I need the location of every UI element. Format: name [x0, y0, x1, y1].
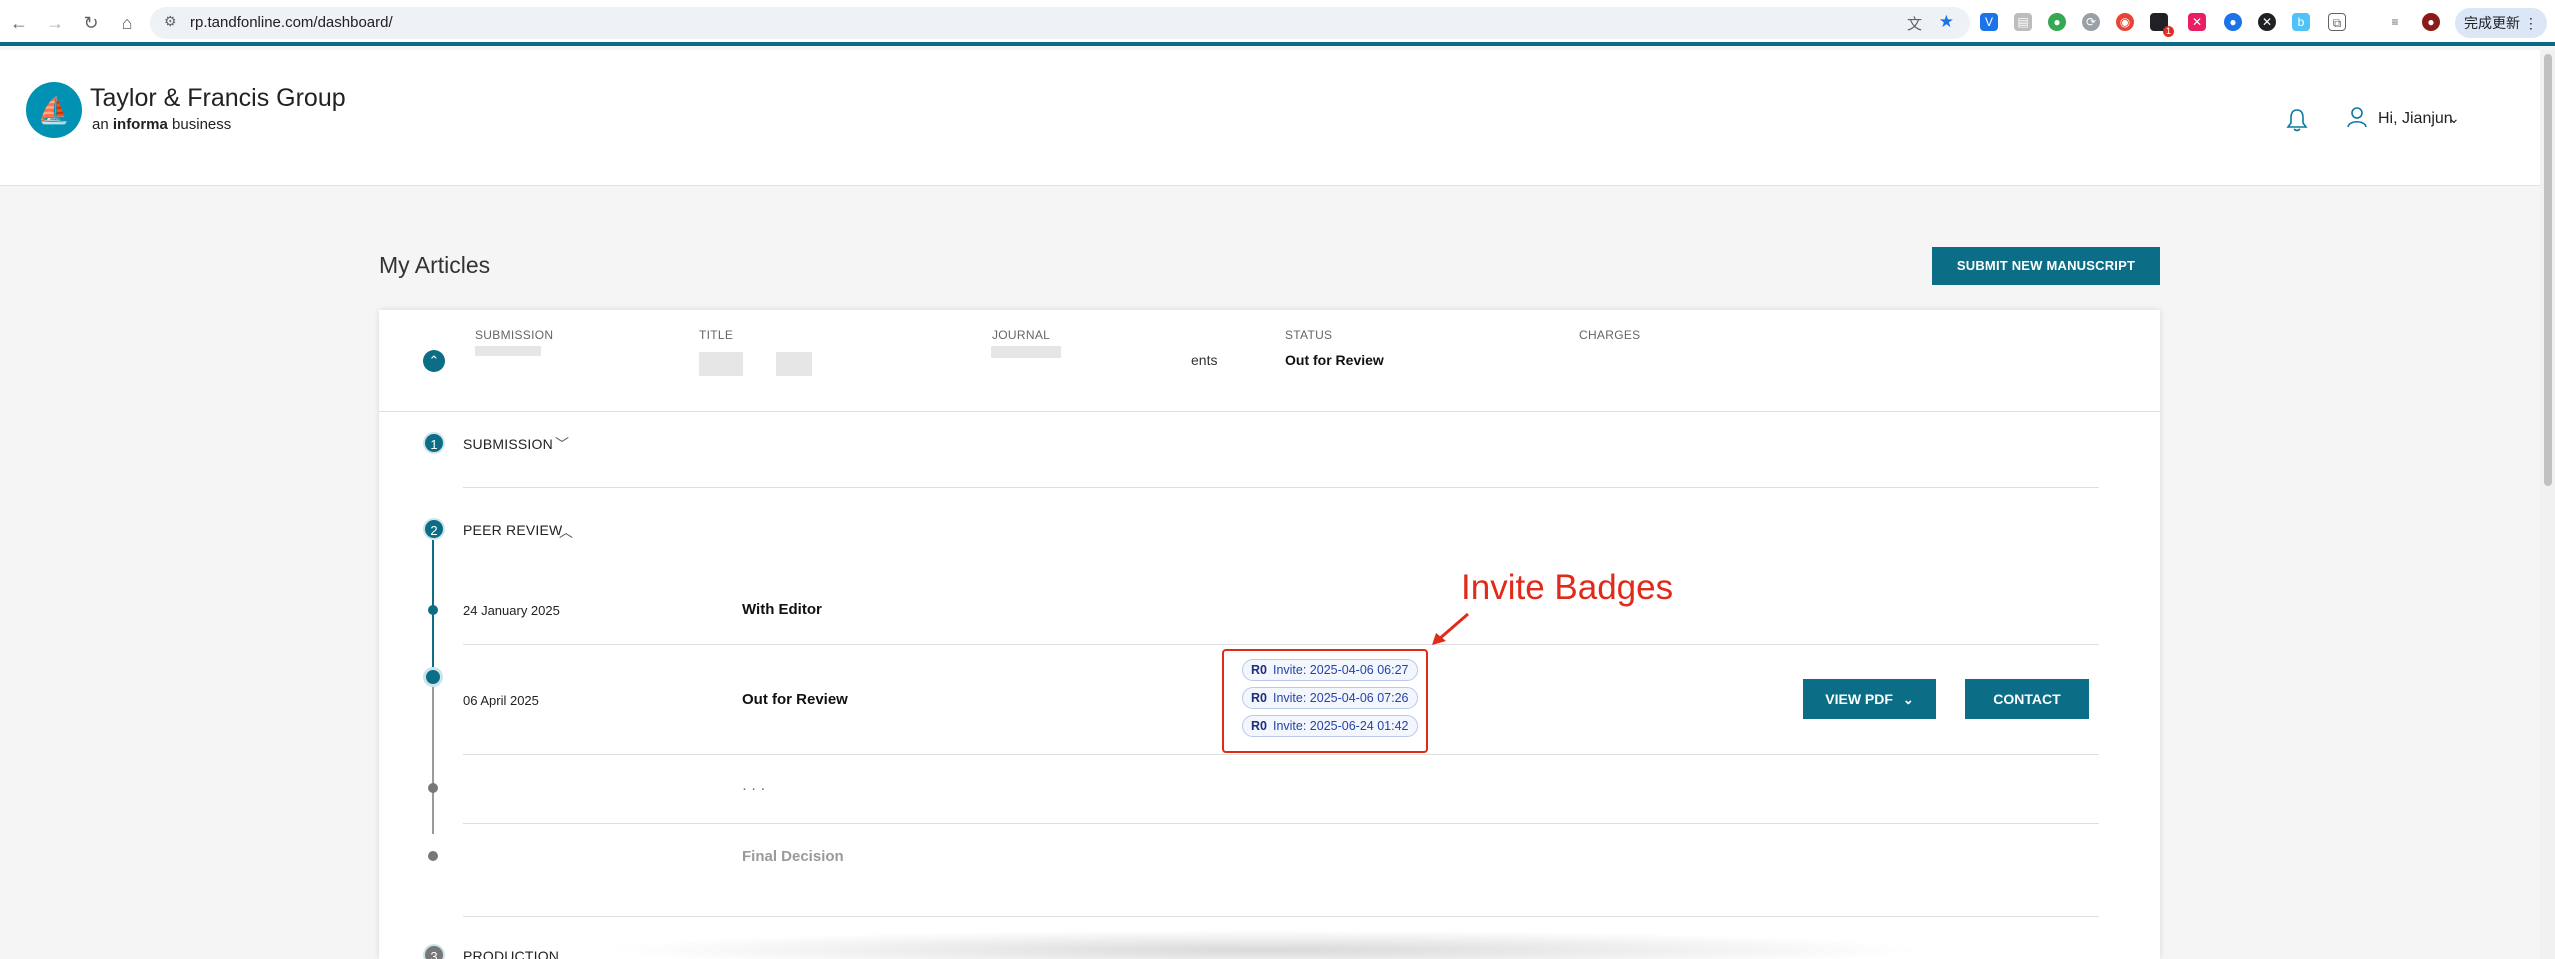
update-button[interactable]: 完成更新 ⋮	[2455, 8, 2547, 38]
timeline-dot-pending	[428, 851, 438, 861]
step-divider	[463, 487, 2099, 488]
forward-icon[interactable]: →	[42, 10, 68, 36]
view-pdf-button[interactable]: VIEW PDF ⌄	[1803, 679, 1936, 719]
extension-b-icon[interactable]: b	[2292, 13, 2310, 31]
url-text[interactable]: rp.tandfonline.com/dashboard/	[190, 14, 393, 31]
submit-new-manuscript-button[interactable]: SUBMIT NEW MANUSCRIPT	[1932, 247, 2160, 285]
step-label-peer-review[interactable]: PEER REVIEW	[463, 522, 562, 538]
brand-subtitle: an informa business	[92, 116, 231, 133]
step-number-2: 2	[423, 518, 445, 540]
step-label-submission[interactable]: SUBMISSION	[463, 436, 553, 452]
timeline-divider	[463, 823, 2099, 824]
redacted-journal	[991, 346, 1061, 358]
timeline-line-pending	[432, 684, 434, 834]
column-header-submission: SUBMISSION	[475, 328, 554, 342]
invite-badge: R0 Invite: 2025-04-06 07:26	[1242, 687, 1418, 709]
timeline-dot-pending	[428, 783, 438, 793]
annotation-label: Invite Badges	[1461, 568, 1674, 607]
badge-round: R0	[1251, 719, 1267, 733]
reload-icon[interactable]: ↻	[78, 10, 104, 36]
brand-sub-bold: informa	[112, 116, 168, 133]
extension-blue-icon[interactable]: ●	[2224, 13, 2242, 31]
notification-bell-icon[interactable]	[2286, 108, 2310, 134]
back-icon[interactable]: ←	[6, 10, 32, 36]
translate-icon[interactable]: 文	[1907, 13, 1922, 34]
taylor-francis-logo[interactable]: ⛵	[26, 82, 82, 138]
brand-sub-suffix: business	[172, 116, 232, 133]
redacted-submission-id	[475, 346, 541, 356]
timeline-date: 24 January 2025	[463, 603, 560, 618]
timeline-dot	[428, 605, 438, 615]
timeline-divider	[463, 644, 2099, 645]
extension-doc-icon[interactable]: ▤	[2014, 13, 2032, 31]
column-header-status: STATUS	[1285, 328, 1333, 342]
column-header-title: TITLE	[699, 328, 734, 342]
timeline-status-final-decision: Final Decision	[742, 848, 844, 865]
invite-badge: R0 Invite: 2025-06-24 01:42	[1242, 715, 1418, 737]
collapse-row-button[interactable]: ⌃	[423, 350, 445, 372]
step-label-production[interactable]: PRODUCTION	[463, 948, 559, 959]
redacted-title-part	[699, 352, 743, 376]
site-header: ⛵ Taylor & Francis Group an informa busi…	[0, 50, 2540, 186]
timeline-dot-current	[423, 667, 443, 687]
invite-badges-highlight: R0 Invite: 2025-04-06 06:27 R0 Invite: 202…	[1222, 649, 1428, 753]
home-icon[interactable]: ⌂	[114, 10, 140, 36]
brand-sub-prefix: an	[92, 116, 109, 133]
user-greeting[interactable]: Hi, Jianjun	[2378, 110, 2453, 128]
timeline-divider	[463, 916, 2099, 917]
article-card: SUBMISSION TITLE JOURNAL STATUS CHARGES …	[379, 310, 2160, 959]
timeline-status: Out for Review	[742, 691, 848, 708]
user-account-icon[interactable]	[2346, 106, 2368, 134]
page-title: My Articles	[379, 252, 491, 278]
contact-button[interactable]: CONTACT	[1965, 679, 2089, 719]
row-divider	[379, 411, 2160, 412]
invite-badge: R0 Invite: 2025-04-06 06:27	[1242, 659, 1418, 681]
extension-pink-icon[interactable]: ✕	[2188, 13, 2206, 31]
badge-round: R0	[1251, 691, 1267, 705]
site-settings-icon[interactable]: ⚙	[164, 13, 177, 30]
journal-name-partial: ents	[1191, 352, 1218, 368]
address-bar[interactable]: ⚙ rp.tandfonline.com/dashboard/ 文 ★	[150, 7, 1970, 39]
extension-badge-count: 1	[2162, 26, 2174, 37]
extension-x-icon[interactable]: ✕	[2258, 13, 2276, 31]
bottom-shadow	[600, 930, 1930, 959]
brand-name: Taylor & Francis Group	[90, 84, 346, 112]
chevron-down-icon[interactable]: ﹀	[555, 434, 569, 454]
extensions-puzzle-icon[interactable]: ⧉	[2328, 13, 2346, 31]
column-header-charges: CHARGES	[1579, 328, 1641, 342]
chevron-up-icon[interactable]: ︿	[559, 522, 573, 542]
extension-chrome-icon[interactable]: ◉	[2116, 13, 2134, 31]
redacted-title-part	[776, 352, 812, 376]
profile-avatar-icon[interactable]: ●	[2422, 13, 2440, 31]
badge-text: Invite: 2025-04-06 06:27	[1272, 663, 1409, 677]
badge-round: R0	[1251, 663, 1267, 677]
browser-toolbar: ← → ↻ ⌂ ⚙ rp.tandfonline.com/dashboard/ …	[0, 0, 2555, 46]
chevron-down-icon: ⌄	[1902, 692, 1914, 707]
timeline-status: With Editor	[742, 601, 822, 618]
badge-text: Invite: 2025-06-24 01:42	[1272, 719, 1409, 733]
extension-sync-icon[interactable]: ⟳	[2082, 13, 2100, 31]
page-scrollbar-thumb[interactable]	[2544, 54, 2552, 486]
reading-list-icon[interactable]: ≡	[2386, 13, 2404, 31]
chevron-down-icon[interactable]: ⌄	[2448, 110, 2460, 127]
extension-v-icon[interactable]: V	[1980, 13, 1998, 31]
view-pdf-label: VIEW PDF	[1825, 691, 1893, 707]
timeline-date: 06 April 2025	[463, 693, 539, 708]
extension-green-icon[interactable]: ●	[2048, 13, 2066, 31]
article-status: Out for Review	[1285, 352, 1384, 368]
annotation-arrow-icon	[1432, 612, 1469, 645]
extension-badge-icon[interactable]: 1	[2150, 13, 2174, 37]
column-header-journal: JOURNAL	[992, 328, 1051, 342]
update-label: 完成更新	[2464, 15, 2521, 31]
badge-text: Invite: 2025-04-06 07:26	[1272, 691, 1409, 705]
bookmark-star-icon[interactable]: ★	[1939, 12, 1954, 32]
step-number-3: 3	[423, 944, 445, 959]
timeline-divider	[463, 754, 2099, 755]
step-number-1: 1	[423, 432, 445, 454]
timeline-status-pending: · · ·	[742, 780, 766, 797]
